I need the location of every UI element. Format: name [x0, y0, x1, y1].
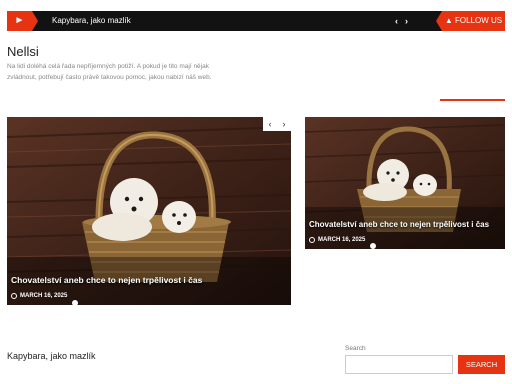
slide-title[interactable]: Chovatelství aneb chce to nejen trpělivo… [11, 275, 202, 285]
search-input[interactable] [345, 355, 453, 374]
recent-post-link[interactable]: Kapybara, jako mazlík [7, 351, 96, 361]
user-icon[interactable] [72, 300, 78, 305]
slide-date-text: MARCH 16, 2025 [20, 293, 68, 299]
ticker-prev-arrow[interactable]: ‹ [395, 11, 398, 31]
search-button[interactable]: SEARCH [458, 355, 505, 374]
bullhorn-icon: ► [7, 11, 38, 31]
slider-nav: ‹ › [263, 117, 291, 131]
follow-us-button[interactable]: ▲ FOLLOW US [436, 11, 505, 31]
featured-slide-main[interactable]: Chovatelství aneb chce to nejen trpělivo… [7, 117, 291, 305]
slider-next-arrow[interactable]: › [277, 117, 291, 131]
site-title[interactable]: Nellsi [7, 44, 39, 59]
accent-divider [440, 99, 505, 101]
clock-icon [11, 293, 17, 299]
slide-title[interactable]: Chovatelství aneb chce to nejen trpělivo… [309, 220, 489, 229]
slide-date: MARCH 16, 2025 [11, 293, 67, 299]
top-ticker-bar: ► Kapybara, jako mazlík ‹ › ▲ FOLLOW US [7, 11, 505, 31]
ticker-headline[interactable]: Kapybara, jako mazlík [52, 11, 131, 31]
site-description: Na lidi doléhá celá řada nepříjemných po… [7, 63, 212, 81]
puppies-basket-photo [305, 117, 505, 249]
slide-date: MARCH 16, 2025 [309, 237, 365, 243]
clock-icon [309, 237, 315, 243]
featured-slide-side[interactable]: Chovatelství aneb chce to nejen trpělivo… [305, 117, 505, 249]
ticker-next-arrow[interactable]: › [405, 11, 408, 31]
follow-us-label: FOLLOW US [455, 16, 503, 25]
user-icon[interactable] [370, 243, 376, 249]
search-label: Search [345, 345, 366, 352]
slide-date-text: MARCH 16, 2025 [318, 237, 366, 243]
slider-prev-arrow[interactable]: ‹ [263, 117, 277, 131]
thumbs-up-icon: ▲ [444, 16, 453, 25]
